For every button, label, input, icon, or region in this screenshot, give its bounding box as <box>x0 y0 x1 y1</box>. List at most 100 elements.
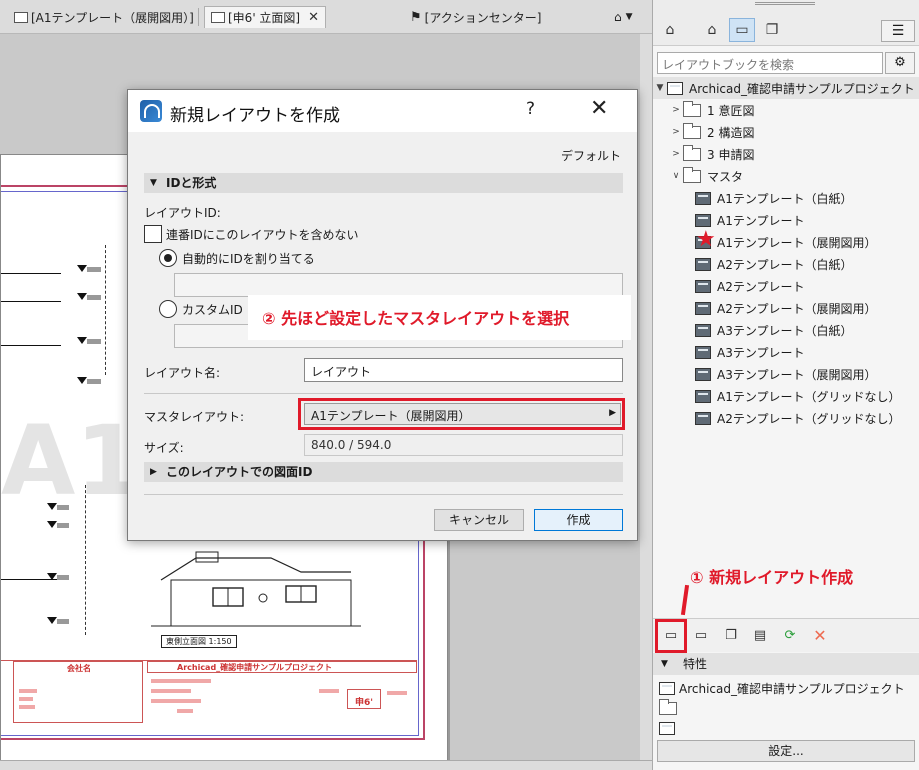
placeholder-text <box>19 689 37 693</box>
master-layout-icon <box>695 257 711 271</box>
layout-book-tools: ▭ ▭ ❐ ▤ ⟳ ✕ <box>653 618 919 653</box>
close-tab-icon[interactable]: ✕ <box>308 10 319 25</box>
tab-overflow-button[interactable]: ⌂ ▼ <box>608 6 639 28</box>
star-marker-icon: ★ <box>696 227 716 252</box>
master-layout-icon <box>695 301 711 315</box>
project-map-button[interactable]: ⌂ <box>657 18 683 42</box>
help-button[interactable]: ? <box>526 99 535 119</box>
gear-icon: ⚙ <box>894 55 906 70</box>
level-marker <box>77 337 87 344</box>
property-layout <box>659 722 681 735</box>
master-layout-icon <box>695 323 711 337</box>
house-icon: ⌂ <box>665 22 675 38</box>
panel-grip[interactable] <box>755 2 815 5</box>
level-tag <box>87 339 101 344</box>
master-item[interactable]: A1テンプレート（展開図用） <box>653 231 919 253</box>
folder-icon <box>683 166 701 183</box>
property-project: Archicad_確認申請サンプルプロジェクト <box>659 680 905 697</box>
custom-id-label: カスタムID <box>182 303 243 317</box>
chevron-down-icon: ▼ <box>150 178 157 188</box>
layout-book-icon <box>659 682 675 695</box>
close-button[interactable]: ✕ <box>590 96 608 121</box>
section-id-format[interactable]: ▼ IDと形式 <box>144 173 623 193</box>
master-item[interactable]: A3テンプレート（展開図用） <box>653 363 919 385</box>
create-button[interactable]: 作成 <box>534 509 623 531</box>
sheet-watermark: A1 <box>1 405 143 517</box>
placeholder-text <box>151 679 211 683</box>
placeholder-text <box>387 691 407 695</box>
master-item[interactable]: A2テンプレート（展開図用） <box>653 297 919 319</box>
layout-book-button[interactable]: ▭ <box>729 18 755 42</box>
size-label: サイズ: <box>144 441 184 455</box>
folder-icon <box>659 699 677 715</box>
house-icon: ⌂ <box>614 10 622 24</box>
section-drawing-id[interactable]: ▶ このレイアウトでの図面ID <box>144 462 623 482</box>
chevron-right-icon: > <box>672 127 680 137</box>
master-item[interactable]: A3テンプレート <box>653 341 919 363</box>
dialog-title-bar: 新規レイアウトを作成 ? ✕ <box>128 90 637 132</box>
custom-id-radio[interactable] <box>159 300 177 318</box>
master-item[interactable]: A1テンプレート <box>653 209 919 231</box>
master-item[interactable]: A2テンプレート（グリッドなし） <box>653 407 919 429</box>
master-item[interactable]: A2テンプレート <box>653 275 919 297</box>
settings-button[interactable]: 設定... <box>657 740 915 762</box>
master-item[interactable]: A2テンプレート（白紙） <box>653 253 919 275</box>
layout-id-label: レイアウトID: <box>144 206 221 220</box>
tree-folder-structure[interactable]: > 2 構造図 <box>653 121 919 143</box>
properties-header[interactable]: ▼ 特性 <box>653 653 919 675</box>
auto-id-radio[interactable] <box>159 249 177 267</box>
panel-menu-button[interactable]: ☰ <box>881 20 915 42</box>
tab-a1-template[interactable]: [A1テンプレート（展開図用）] <box>8 6 200 28</box>
publisher-button[interactable]: ❐ <box>759 18 785 42</box>
cancel-button[interactable]: キャンセル <box>434 509 524 531</box>
callout-step-1: ① 新規レイアウト作成 <box>690 568 854 587</box>
tree-folder-application[interactable]: > 3 申請図 <box>653 143 919 165</box>
chevron-down-icon: ▼ <box>656 83 664 93</box>
folder-icon <box>683 100 701 117</box>
master-item[interactable]: A1テンプレート（白紙） <box>653 187 919 209</box>
master-layout-icon <box>695 411 711 425</box>
drawing-caption: 東側立面図 1:150 <box>161 635 237 648</box>
tab-elevation[interactable]: [申6' 立面図] ✕ <box>204 6 327 28</box>
search-options-button[interactable]: ⚙ <box>885 52 915 74</box>
view-map-button[interactable]: ⌂ <box>699 18 725 42</box>
chevron-right-icon: > <box>672 149 680 159</box>
new-subset-icon[interactable]: ❐ <box>720 626 742 646</box>
chevron-down-icon: ∨ <box>672 171 680 181</box>
update-icon[interactable]: ⟳ <box>779 626 801 646</box>
master-layout-icon <box>695 389 711 403</box>
callout-step-2: ② 先ほど設定したマスタレイアウトを選択 <box>248 295 631 340</box>
publisher-icon: ❐ <box>765 22 779 38</box>
grid-line <box>105 245 106 375</box>
level-line <box>1 273 61 274</box>
level-line <box>1 301 61 302</box>
layout-name-input[interactable]: レイアウト <box>304 358 623 382</box>
status-strip <box>0 760 652 770</box>
layout-settings-icon[interactable]: ▤ <box>749 626 771 646</box>
new-layout-icon[interactable]: ▭ <box>660 626 682 646</box>
canvas-scrollbar[interactable] <box>640 34 652 770</box>
layout-book-icon <box>667 81 683 95</box>
tree-folder-design[interactable]: > 1 意匠図 <box>653 99 919 121</box>
archicad-logo-icon <box>140 100 162 122</box>
placeholder-text <box>319 689 339 693</box>
menu-icon: ☰ <box>891 23 905 39</box>
exclude-checkbox[interactable] <box>144 225 162 243</box>
tree-root[interactable]: ▼ Archicad_確認申請サンプルプロジェクト <box>653 77 919 99</box>
default-label[interactable]: デフォルト <box>561 147 621 164</box>
dialog-title: 新規レイアウトを作成 <box>170 106 340 126</box>
tab-separator <box>198 8 199 26</box>
delete-icon[interactable]: ✕ <box>809 626 831 646</box>
chevron-down-icon: ▼ <box>625 12 633 22</box>
layout-book-search[interactable]: レイアウトブックを検索 <box>657 52 883 74</box>
sheet-number: 申6' <box>355 698 374 708</box>
master-item[interactable]: A3テンプレート（白紙） <box>653 319 919 341</box>
tab-action-center[interactable]: ⚑ [アクションセンター] <box>404 6 547 28</box>
master-item[interactable]: A1テンプレート（グリッドなし） <box>653 385 919 407</box>
size-value: 840.0 / 594.0 <box>304 434 623 456</box>
level-marker <box>47 503 57 510</box>
layout-book-icon: ▭ <box>735 22 749 38</box>
new-master-icon[interactable]: ▭ <box>690 626 712 646</box>
tree-folder-master[interactable]: ∨ マスタ <box>653 165 919 187</box>
auto-id-field <box>174 273 623 297</box>
